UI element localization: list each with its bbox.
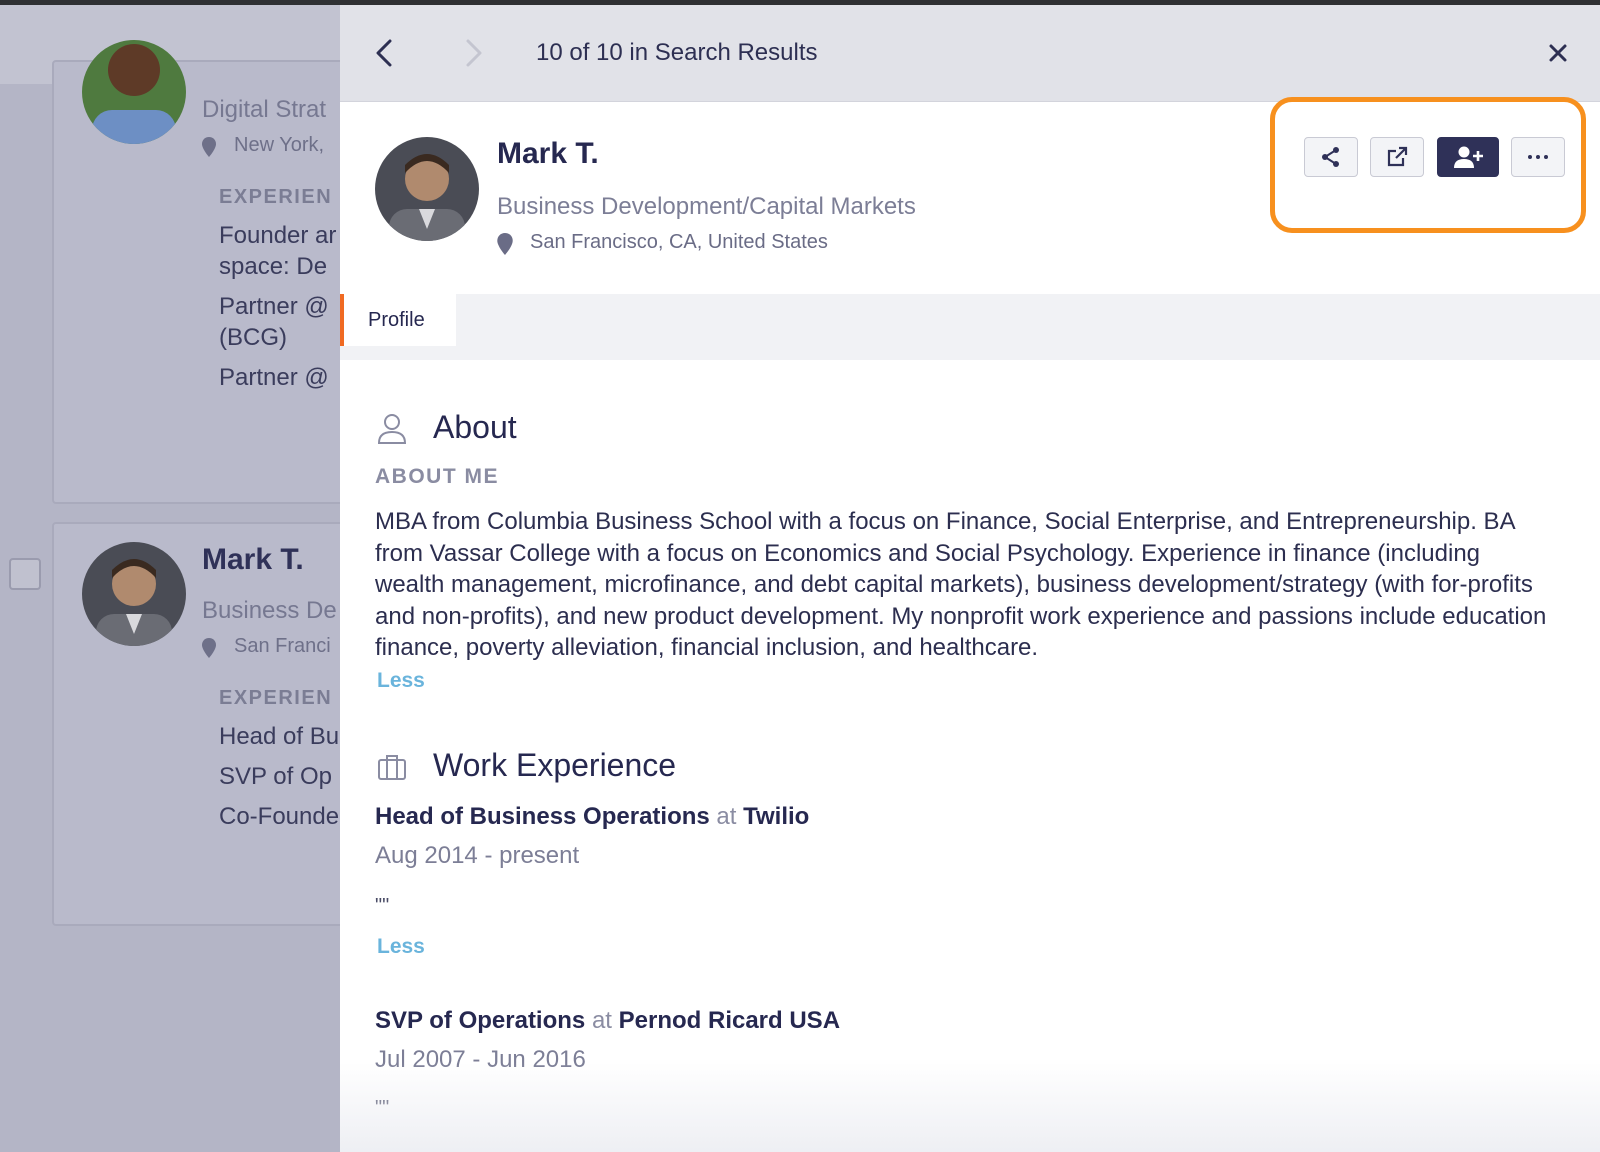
result-counter: 10 of 10 in Search Results (536, 39, 818, 66)
about-less-link[interactable]: Less (377, 669, 425, 693)
experience-line: Founder ar (219, 222, 337, 249)
profile-location: San Francisco, CA, United States (530, 231, 828, 253)
job-start: Aug 2014 (375, 842, 478, 869)
about-text: MBA from Columbia Business School with a… (375, 508, 1547, 661)
share-button[interactable] (1304, 137, 1358, 177)
person-icon (377, 414, 407, 444)
job-less-link[interactable]: Less (377, 935, 425, 959)
next-result-button[interactable] (458, 35, 488, 71)
avatar (82, 542, 186, 646)
job-description: "" (375, 1097, 390, 1119)
job-connector: at (591, 1007, 612, 1034)
job-end: - present (484, 842, 580, 869)
result-name: Mark T. (202, 543, 304, 576)
experience-line: Co-Founde (219, 803, 340, 830)
location-pin-icon (202, 638, 216, 658)
result-title: Digital Strat (202, 96, 327, 123)
result-location: San Franci (234, 635, 331, 657)
experience-line: (BCG) (219, 324, 287, 351)
location-pin-icon (202, 137, 216, 157)
experience-line: SVP of Op (219, 763, 332, 790)
experience-heading: EXPERIEN (219, 186, 333, 208)
tab-bar: Profile (340, 294, 1600, 360)
close-icon[interactable] (1546, 41, 1570, 65)
panel-header: 10 of 10 in Search Results (340, 5, 1600, 102)
job-role: Head of Business Operations (375, 803, 710, 830)
location-pin-icon (497, 233, 513, 255)
experience-line: Partner @ (219, 364, 329, 391)
profile-avatar (375, 137, 479, 241)
job-description: "" (375, 895, 390, 917)
add-user-icon (1454, 146, 1483, 168)
job-company: Pernod Ricard USA (618, 1007, 841, 1034)
result-location: New York, (234, 134, 325, 156)
job-title-line: Head of Business Operations at Twilio (375, 803, 809, 831)
job-dates: Jul 2007 - Jun 2016 (375, 1046, 586, 1074)
window-top-strip (0, 0, 1600, 5)
briefcase-icon (378, 755, 406, 780)
job-company: Twilio (743, 803, 810, 830)
avatar (82, 40, 186, 144)
add-to-list-button[interactable] (1437, 137, 1499, 177)
job-title-line: SVP of Operations at Pernod Ricard USA (375, 1007, 840, 1035)
result-title: Business De (202, 597, 337, 624)
more-icon (1528, 155, 1548, 159)
open-external-button[interactable] (1370, 137, 1424, 177)
profile-panel: 10 of 10 in Search Results Mark T. Busin… (340, 5, 1600, 1152)
about-title: About (433, 409, 517, 445)
job-start: Jul 2007 (375, 1046, 466, 1073)
scroll-fade (340, 1062, 1600, 1152)
experience-heading: EXPERIEN (219, 687, 333, 709)
work-experience-title: Work Experience (433, 747, 677, 783)
job-end: - Jun 2016 (472, 1046, 586, 1073)
about-me-heading: ABOUT ME (375, 465, 499, 488)
previous-result-button[interactable] (370, 35, 400, 71)
job-dates: Aug 2014 - present (375, 842, 579, 870)
job-connector: at (716, 803, 737, 830)
more-options-button[interactable] (1511, 137, 1565, 177)
experience-line: Head of Bu (219, 723, 340, 750)
profile-title: Business Development/Capital Markets (497, 193, 916, 220)
profile-name: Mark T. (497, 137, 599, 170)
tab-profile[interactable]: Profile (340, 294, 456, 346)
job-role: SVP of Operations (375, 1007, 586, 1034)
select-checkbox[interactable] (9, 558, 41, 590)
experience-line: space: De (219, 253, 328, 280)
external-link-icon (1387, 146, 1408, 167)
share-icon (1322, 147, 1339, 167)
experience-line: Partner @ (219, 293, 329, 320)
